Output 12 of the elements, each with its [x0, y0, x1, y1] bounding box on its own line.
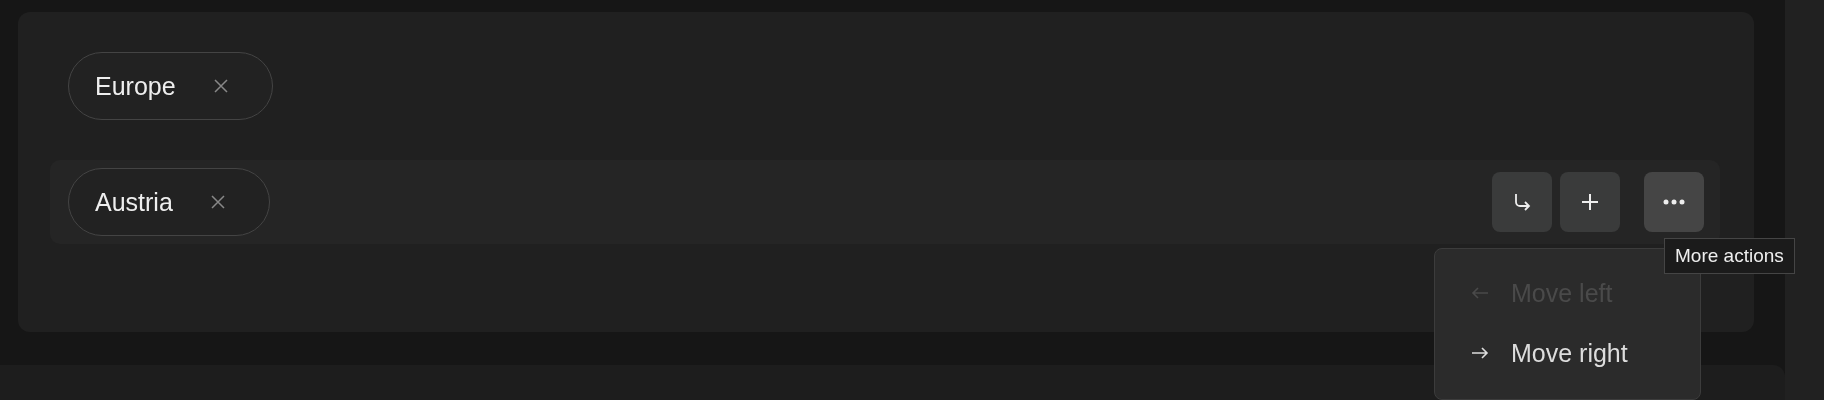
tag-label: Austria	[95, 187, 173, 217]
close-icon[interactable]	[213, 79, 228, 93]
turn-arrow-icon	[1512, 192, 1532, 212]
tooltip: More actions	[1664, 238, 1795, 274]
more-icon	[1663, 199, 1685, 205]
add-button[interactable]	[1560, 172, 1620, 232]
menu-item[interactable]: Move right	[1435, 323, 1700, 383]
plus-icon	[1580, 192, 1600, 212]
close-icon[interactable]	[210, 195, 225, 209]
more-button[interactable]	[1644, 172, 1704, 232]
tag-label: Europe	[95, 71, 176, 101]
nest-button[interactable]	[1492, 172, 1552, 232]
